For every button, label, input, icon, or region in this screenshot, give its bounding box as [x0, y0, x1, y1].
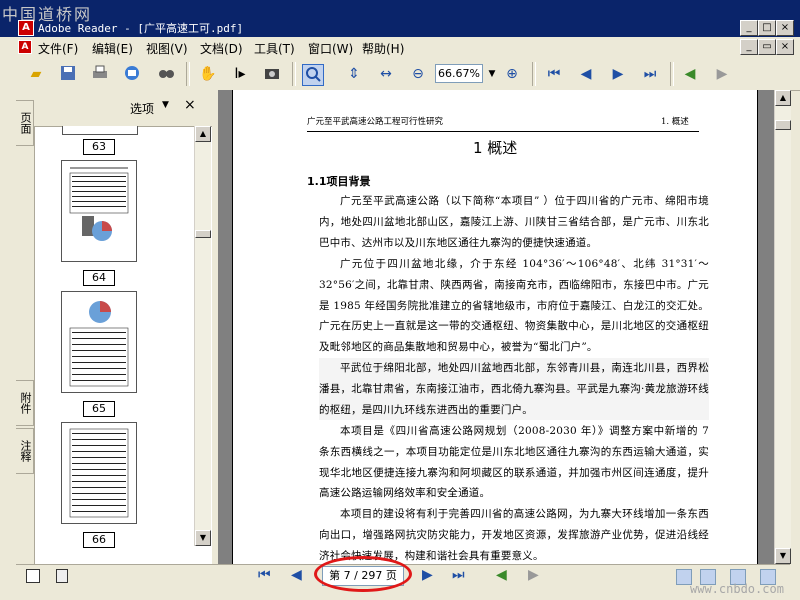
doc-close-button[interactable]: ×	[776, 39, 794, 55]
title-bar: 中国道桥网 A Adobe Reader - [广平高速工可.pdf] _ □ …	[0, 0, 800, 37]
open-icon[interactable]: ▰	[26, 64, 46, 84]
single-page-icon[interactable]	[56, 569, 68, 583]
menu-document[interactable]: 文档(D)	[200, 40, 243, 57]
document-page: 广元至平武高速公路工程可行性研究 1. 概述 1 概述 1.1项目背景 广元至平…	[232, 90, 758, 564]
thumbnail-page-number: 64	[83, 270, 115, 286]
close-button[interactable]: ×	[776, 20, 794, 36]
options-dropdown-icon[interactable]: ▼	[162, 100, 169, 110]
save-icon[interactable]	[58, 64, 78, 84]
zoom-in-tool-icon[interactable]	[302, 64, 324, 86]
tab-pages[interactable]: 页面	[16, 100, 34, 146]
fit-width-icon[interactable]: ↔	[376, 64, 396, 84]
thumbnail-page[interactable]	[61, 160, 137, 262]
doc-scroll-down-arrow-icon[interactable]: ▼	[775, 548, 791, 564]
header-rule	[307, 131, 699, 132]
snapshot-icon[interactable]	[262, 64, 282, 84]
options-menu-label[interactable]: 选项	[130, 100, 154, 117]
thumbnail-scrollbar[interactable]: ▲ ▼	[194, 126, 211, 546]
thumbnail-page-number: 63	[83, 139, 115, 155]
email-icon[interactable]	[122, 64, 142, 84]
page-header-left: 广元至平武高速公路工程可行性研究	[307, 117, 444, 127]
section-title: 1.1项目背景	[307, 175, 371, 188]
first-page-icon[interactable]: ⏮	[544, 64, 564, 84]
menu-tools[interactable]: 工具(T)	[254, 40, 295, 57]
zoom-out-icon[interactable]: ⊖	[408, 64, 428, 84]
minimize-button[interactable]: _	[740, 20, 758, 36]
document-area: 广元至平武高速公路工程可行性研究 1. 概述 1 概述 1.1项目背景 广元至平…	[218, 90, 774, 564]
forward-icon[interactable]: ▶	[712, 64, 732, 84]
thumbnail-page-number: 65	[83, 401, 115, 417]
paragraph: 本项目是《四川省高速公路网规划（2008-2030 年）》调整方案中新增的 7 …	[319, 425, 709, 500]
highlight-circle-annotation	[314, 556, 412, 592]
scroll-up-arrow-icon[interactable]: ▲	[195, 126, 211, 142]
close-pane-button[interactable]: ×	[184, 97, 196, 113]
menu-help[interactable]: 帮助(H)	[362, 40, 404, 57]
footer-watermark: www.cnbdo.com	[690, 582, 784, 596]
document-scrollbar[interactable]: ▲ ▼	[774, 90, 791, 564]
thumbnail-page[interactable]	[62, 126, 138, 135]
doc-scroll-up-arrow-icon[interactable]: ▲	[775, 90, 791, 106]
fit-height-icon[interactable]: ⇕	[344, 64, 364, 84]
left-frame	[0, 58, 16, 600]
thumbnail-page[interactable]	[61, 291, 137, 393]
menu-bar: A 文件(F) 编辑(E) 视图(V) 文档(D) 工具(T) 窗口(W) 帮助…	[0, 37, 800, 59]
zoom-dropdown-icon[interactable]: ▼	[482, 64, 502, 84]
hand-icon[interactable]: ✋	[198, 64, 218, 84]
status-last-page-icon[interactable]: ⏭	[452, 567, 465, 583]
paragraph: 广元至平武高速公路（以下简称“本项目” ）位于四川省的广元市、绵阳市境内，地处四…	[319, 195, 709, 249]
tab-comments[interactable]: 注释	[16, 428, 34, 474]
scroll-down-arrow-icon[interactable]: ▼	[195, 530, 211, 546]
last-page-icon[interactable]: ⏭	[640, 64, 660, 84]
navigation-tabs: 页面 附件 注释	[16, 90, 34, 564]
menu-view[interactable]: 视图(V)	[146, 40, 188, 57]
search-icon[interactable]	[156, 64, 176, 84]
thumbnail-page-number: 66	[83, 532, 115, 548]
thumbnail-page[interactable]	[61, 422, 137, 524]
menu-file[interactable]: 文件(F)	[38, 40, 78, 57]
status-prev-page-icon[interactable]: ◀	[291, 567, 302, 583]
print-icon[interactable]	[90, 64, 110, 84]
document-menu-icon[interactable]: A	[18, 40, 32, 54]
back-icon[interactable]: ◀	[680, 64, 700, 84]
paragraph: 平武位于绵阳北部，地处四川盆地西北部，东邻青川县，南连北川县，西界松潘县，北靠甘…	[319, 358, 709, 421]
adobe-logo-icon: A	[18, 20, 34, 36]
doc-minimize-button[interactable]: _	[740, 39, 758, 55]
window-title: Adobe Reader - [广平高速工可.pdf]	[38, 22, 244, 35]
status-next-page-icon[interactable]: ▶	[422, 567, 433, 583]
prev-page-icon[interactable]: ◀	[576, 64, 596, 84]
tab-attachments[interactable]: 附件	[16, 380, 34, 426]
doc-scrollbar-thumb[interactable]	[775, 120, 791, 130]
thumbnail-header: 选项 ▼ ×	[34, 90, 212, 127]
menu-edit[interactable]: 编辑(E)	[92, 40, 133, 57]
toolbar: ▰ ✋ I▸ ⇕ ↔ ⊖ ▼ ⊕ ⏮ ◀ ▶ ⏭ ◀ ▶	[0, 58, 800, 91]
next-page-icon[interactable]: ▶	[608, 64, 628, 84]
scrollbar-thumb[interactable]	[195, 230, 211, 238]
maximize-button[interactable]: □	[758, 20, 776, 36]
status-back-icon[interactable]: ◀	[496, 567, 507, 583]
status-forward-icon[interactable]: ▶	[528, 567, 539, 583]
doc-restore-button[interactable]: ▭	[758, 39, 776, 55]
select-text-icon[interactable]: I▸	[230, 64, 250, 84]
zoom-level-input[interactable]: 66.67%	[435, 64, 483, 83]
page-layout-icon[interactable]	[26, 569, 40, 583]
paragraph: 广元位于四川盆地北缘，介于东经 104°36′～106°48′、北纬 31°31…	[319, 258, 709, 354]
zoom-in-icon[interactable]: ⊕	[502, 64, 522, 84]
menu-window[interactable]: 窗口(W)	[308, 40, 353, 57]
paragraph: 本项目的建设将有利于完善四川省的高速公路网，为九寨大环线增加一条东西向出口，增强…	[319, 508, 709, 562]
status-first-page-icon[interactable]: ⏮	[258, 567, 271, 583]
chapter-title: 1 概述	[473, 139, 518, 157]
page-header-right: 1. 概述	[661, 117, 689, 127]
